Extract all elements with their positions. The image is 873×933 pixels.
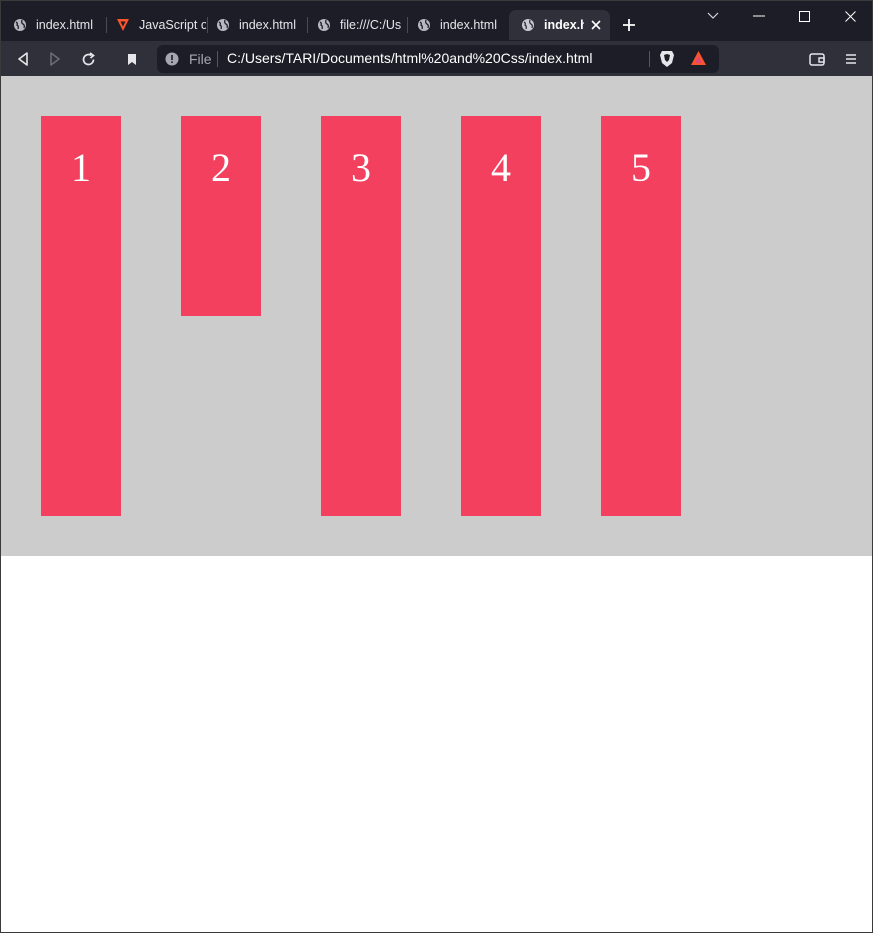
brave-rewards-button[interactable] [690,50,707,71]
maximize-button[interactable] [790,5,818,27]
tab-active[interactable]: index.ht [509,10,610,40]
forward-icon [50,52,60,66]
new-tab-button[interactable] [618,14,640,36]
globe-icon [217,19,229,31]
brave-rewards-icon [691,51,706,65]
wallet-button[interactable] [805,47,829,71]
globe-icon [14,19,26,31]
menu-button[interactable] [839,47,863,71]
flex-box-1: 1 [41,116,121,516]
brave-search-icon [117,19,129,31]
address-divider [217,51,218,67]
flex-container: 1 2 3 4 5 [1,76,872,556]
brave-shields-button[interactable] [659,50,675,73]
back-button[interactable] [11,47,35,71]
globe-icon [522,19,534,31]
tab-index-3[interactable]: index.html [405,10,507,40]
page-viewport: 1 2 3 4 5 [1,76,872,932]
info-icon[interactable] [165,52,179,66]
tab-label: index.html [239,18,296,32]
address-divider [649,51,650,67]
wallet-icon [809,53,825,66]
tab-label: index.ht [544,18,584,32]
globe-icon [418,19,430,31]
close-icon [591,20,601,30]
forward-button[interactable] [43,47,67,71]
browser-window: index.html JavaScript o index.html file:… [0,0,873,933]
tab-strip: index.html JavaScript o index.html file:… [1,1,872,41]
tab-label: JavaScript o [139,18,206,32]
address-url[interactable]: C:/Users/TARI/Documents/html%20and%20Css… [227,50,592,66]
minimize-icon [753,15,765,17]
tab-label: index.html [440,18,497,32]
close-icon [844,10,856,22]
tab-close-button[interactable] [588,17,604,33]
hamburger-menu-icon [846,54,856,64]
reload-button[interactable] [76,47,100,71]
flex-box-4: 4 [461,116,541,516]
tab-file[interactable]: file:///C:/Us [305,10,406,40]
tab-javascript[interactable]: JavaScript o [104,10,206,40]
back-icon [18,52,28,66]
flex-box-2: 2 [181,116,261,316]
tab-search-button[interactable] [699,5,727,27]
bookmark-button[interactable] [120,47,144,71]
maximize-icon [798,10,810,22]
tab-label: file:///C:/Us [340,18,402,32]
plus-icon [623,19,635,31]
chevron-down-icon [707,12,719,19]
tab-label: index.html [36,18,93,32]
close-window-button[interactable] [836,5,864,27]
globe-icon [318,19,330,31]
minimize-button[interactable] [745,5,773,27]
browser-toolbar: File C:/Users/TARI/Documents/html%20and%… [1,41,872,76]
bookmark-icon [128,53,136,65]
flex-box-3: 3 [321,116,401,516]
tab-index-2[interactable]: index.html [204,10,306,40]
reload-icon [82,51,95,65]
address-scheme-label: File [189,51,212,67]
flex-box-5: 5 [601,116,681,516]
address-bar[interactable]: File C:/Users/TARI/Documents/html%20and%… [157,45,719,73]
brave-shield-icon [660,51,674,67]
tab-index-1[interactable]: index.html [1,10,105,40]
